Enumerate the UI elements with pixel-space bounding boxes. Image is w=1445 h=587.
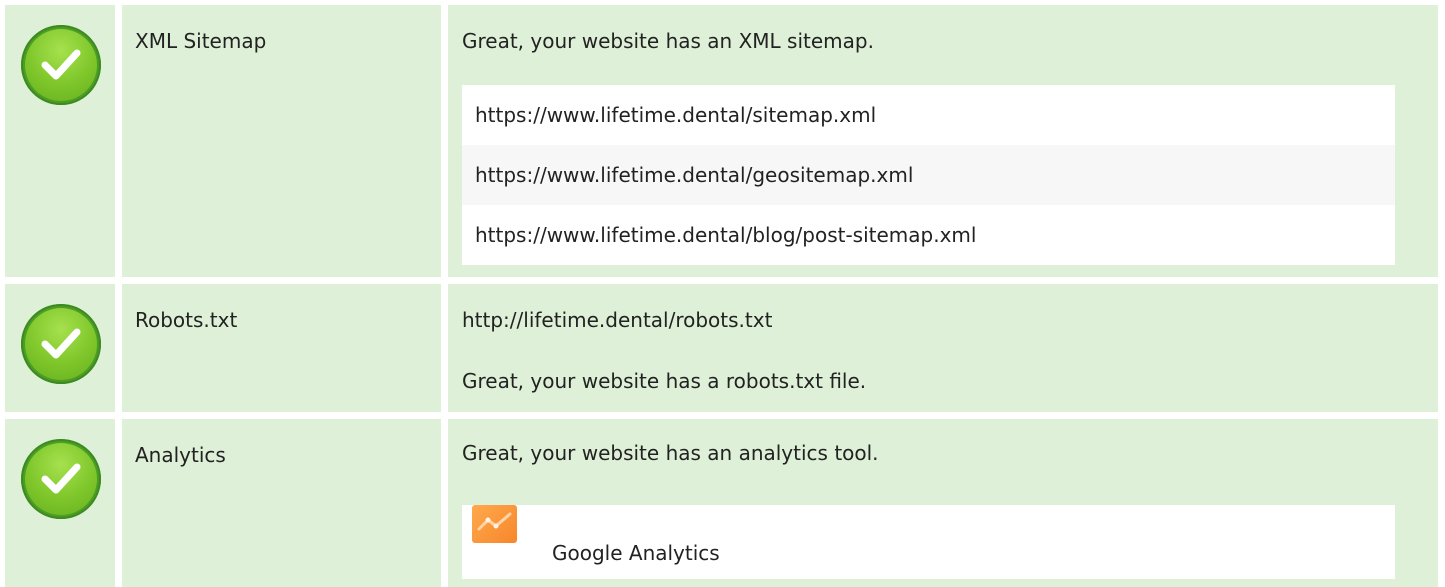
sitemap-url: https://www.lifetime.dental/blog/post-si…	[462, 205, 1395, 265]
check-name-cell: XML Sitemap	[122, 5, 441, 277]
status-cell	[5, 419, 115, 587]
result-cell: http://lifetime.dental/robots.txt Great,…	[448, 284, 1438, 412]
check-name-cell: Analytics	[122, 419, 441, 587]
check-name-cell: Robots.txt	[122, 284, 441, 412]
analytics-tool-name: Google Analytics	[552, 541, 720, 565]
check-icon	[21, 25, 101, 105]
check-icon	[21, 439, 101, 519]
result-message: Great, your website has an analytics too…	[462, 441, 879, 465]
report-row-analytics: Analytics Great, your website has an ana…	[0, 419, 1445, 587]
seo-report-table: XML Sitemap Great, your website has an X…	[0, 0, 1445, 587]
sitemap-url: https://www.lifetime.dental/sitemap.xml	[462, 85, 1395, 145]
sitemap-url: https://www.lifetime.dental/geositemap.x…	[462, 145, 1395, 205]
check-name: Analytics	[135, 443, 226, 467]
status-cell	[5, 5, 115, 277]
analytics-tool-item: Google Analytics	[462, 505, 1395, 579]
sitemap-list: https://www.lifetime.dental/sitemap.xml …	[462, 85, 1395, 265]
check-icon	[21, 304, 101, 384]
report-row-xml-sitemap: XML Sitemap Great, your website has an X…	[0, 5, 1445, 277]
google-analytics-icon	[472, 505, 517, 543]
check-name: Robots.txt	[135, 308, 238, 332]
result-cell: Great, your website has an XML sitemap. …	[448, 5, 1438, 277]
check-name: XML Sitemap	[135, 29, 267, 53]
result-message: Great, your website has a robots.txt fil…	[462, 369, 867, 393]
status-cell	[5, 284, 115, 412]
result-cell: Great, your website has an analytics too…	[448, 419, 1438, 587]
result-message: Great, your website has an XML sitemap.	[462, 29, 874, 53]
report-row-robots: Robots.txt http://lifetime.dental/robots…	[0, 284, 1445, 412]
robots-url: http://lifetime.dental/robots.txt	[462, 308, 773, 332]
